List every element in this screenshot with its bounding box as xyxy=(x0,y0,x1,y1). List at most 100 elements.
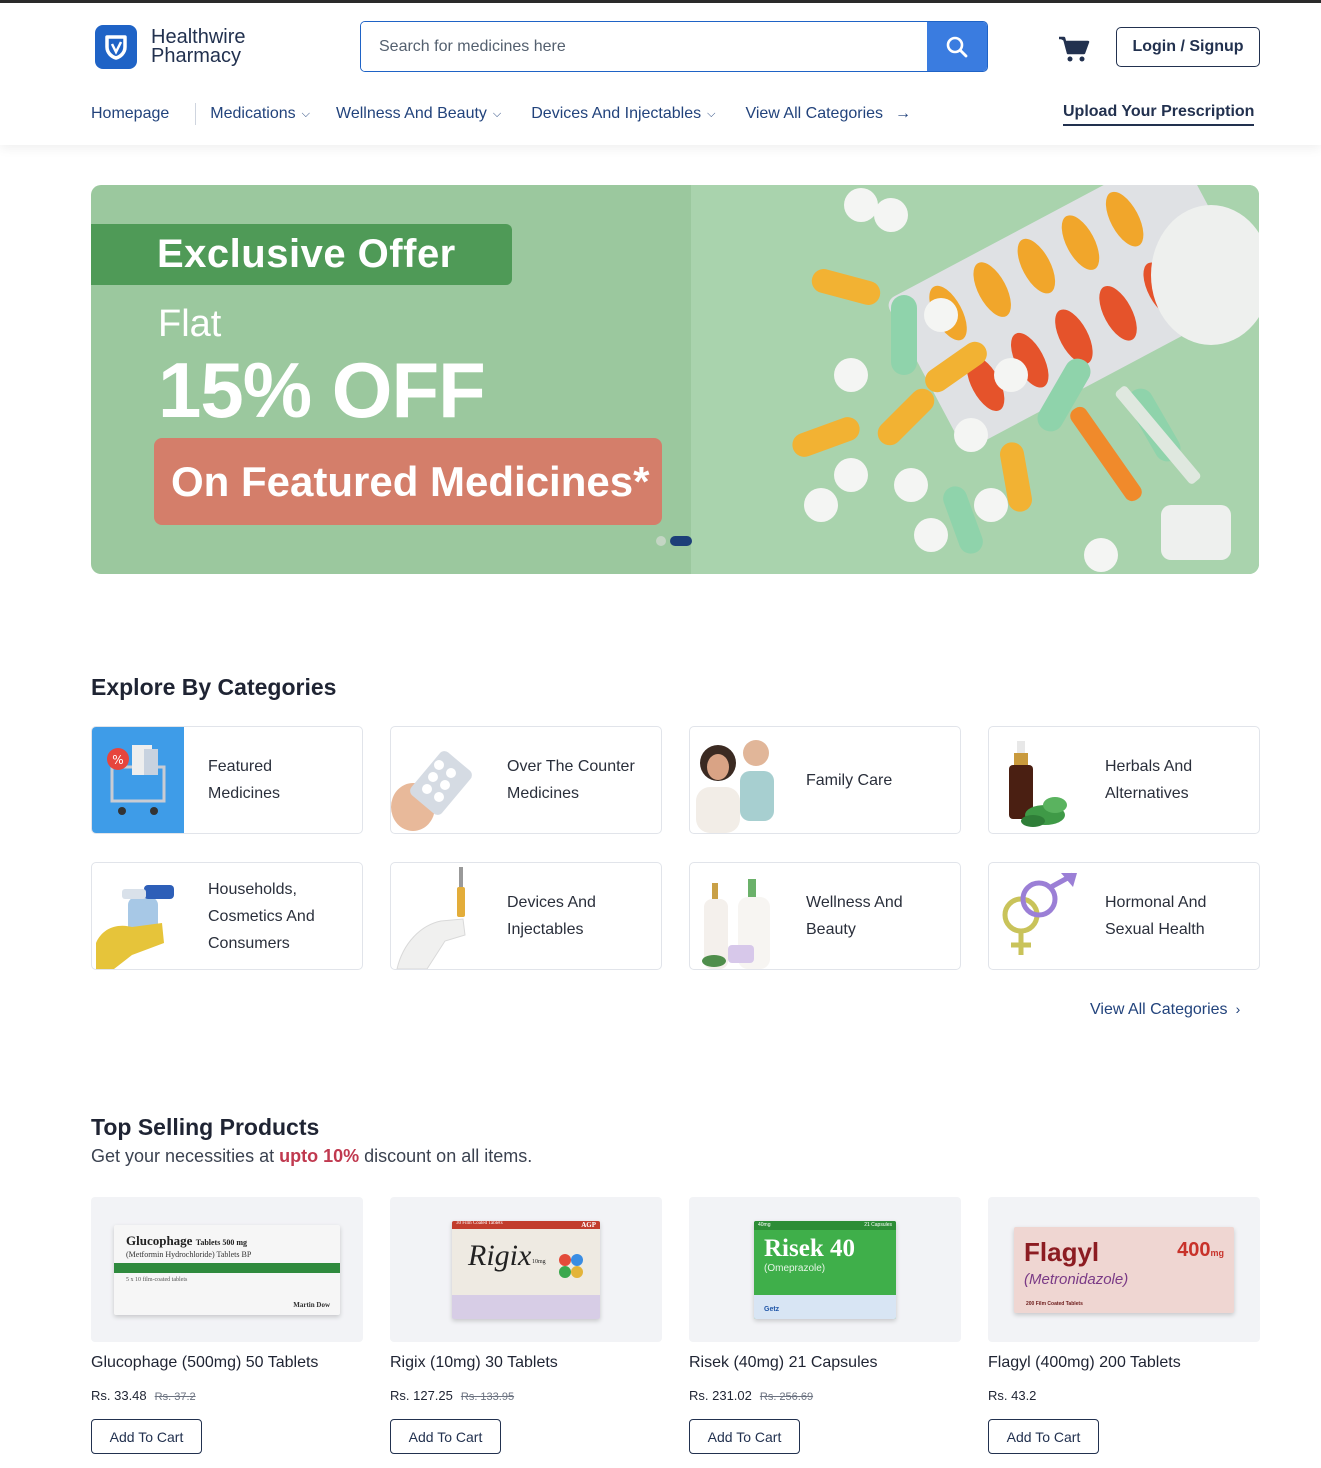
category-image xyxy=(989,727,1081,833)
pack-brand: Risek 40 xyxy=(764,1234,855,1262)
brand-logo[interactable]: Healthwire Pharmacy xyxy=(95,25,245,69)
view-all-label: View All Categories xyxy=(1090,1001,1228,1018)
product-price: Rs. 127.25 Rs. 133.95 xyxy=(390,1388,662,1403)
nav-view-all-categories[interactable]: View All Categories → xyxy=(745,105,911,123)
add-to-cart-button[interactable]: Add To Cart xyxy=(91,1419,202,1454)
product-image[interactable]: 40mg 21 Capsules Risek 40 (Omeprazole) G… xyxy=(689,1197,961,1342)
price-current: Rs. 43.2 xyxy=(988,1388,1037,1403)
main-nav: Homepage Medications ⌵ Wellness And Beaut… xyxy=(91,103,911,125)
carousel-dot-1[interactable] xyxy=(656,536,666,546)
chevron-down-icon: ⌵ xyxy=(707,107,716,120)
logo-shield-icon xyxy=(95,25,137,69)
chevron-down-icon: ⌵ xyxy=(492,107,502,120)
promo-banner[interactable]: Exclusive Offer Flat 15% OFF On Featured… xyxy=(91,185,1259,574)
search-button[interactable] xyxy=(927,22,987,71)
pack-generic: (Metronidazole) xyxy=(1024,1270,1129,1288)
chevron-down-icon: ⌵ xyxy=(301,107,310,120)
product-name[interactable]: Flagyl (400mg) 200 Tablets xyxy=(988,1354,1260,1372)
nav-label: Medications xyxy=(210,105,296,122)
pack-count: 5 x 10 film-coated tablets xyxy=(126,1276,188,1283)
category-image: % xyxy=(92,727,184,833)
view-all-categories-link[interactable]: View All Categories › xyxy=(1090,1001,1240,1019)
product-price: Rs. 33.48 Rs. 37.2 xyxy=(91,1388,363,1403)
label-line: Devices And xyxy=(507,894,596,911)
label-line: Consumers xyxy=(208,934,290,952)
subtitle-post: discount on all items. xyxy=(364,1146,533,1166)
product-name[interactable]: Risek (40mg) 21 Capsules xyxy=(689,1354,961,1372)
search-bar xyxy=(360,21,988,72)
category-wellness-beauty[interactable]: Wellness And Beauty xyxy=(689,862,961,970)
label-line: Medicines xyxy=(208,785,281,802)
pack-brand: Rigix xyxy=(468,1238,532,1272)
product-image[interactable]: Flagyl 400mg (Metronidazole) 200 Film Co… xyxy=(988,1197,1260,1342)
category-image xyxy=(391,863,483,969)
price-old: Rs. 133.95 xyxy=(460,1391,515,1403)
category-herbals-alternatives[interactable]: Herbals And Alternatives xyxy=(988,726,1260,834)
category-image xyxy=(391,727,483,833)
brand-line-2: Pharmacy xyxy=(151,45,242,67)
offer-featured: On Featured Medicines* xyxy=(154,438,662,525)
category-label: Households, Cosmetics And Consumers xyxy=(208,876,315,957)
site-header: Healthwire Pharmacy Login / Signup Homep… xyxy=(0,3,1321,145)
product-price: Rs. 43.2 xyxy=(988,1388,1260,1403)
category-label: Hormonal And Sexual Health xyxy=(1105,889,1206,943)
category-family-care[interactable]: Family Care xyxy=(689,726,961,834)
pack-stripe xyxy=(114,1262,340,1273)
category-hormonal-sexual-health[interactable]: Hormonal And Sexual Health xyxy=(988,862,1260,970)
login-signup-button[interactable]: Login / Signup xyxy=(1116,27,1260,67)
product-name[interactable]: Glucophage (500mg) 50 Tablets xyxy=(91,1354,363,1372)
search-input[interactable] xyxy=(361,22,927,71)
nav-label: Homepage xyxy=(91,105,170,122)
pack-strength: Tablets 500 mg xyxy=(195,1237,247,1247)
add-to-cart-button[interactable]: Add To Cart xyxy=(390,1419,501,1454)
product-pack: 30 Film Coated Tablets AGP Rigix 10mg xyxy=(452,1220,600,1319)
categories-title: Explore By Categories xyxy=(91,674,337,700)
nav-divider xyxy=(195,103,197,125)
product-price: Rs. 231.02 Rs. 256.69 xyxy=(689,1388,961,1403)
pack-maker: Getz xyxy=(764,1305,780,1313)
nav-homepage[interactable]: Homepage xyxy=(91,105,169,123)
top-selling-subtitle: Get your necessities at upto 10% discoun… xyxy=(91,1146,532,1167)
nav-medications[interactable]: Medications ⌵ xyxy=(210,105,310,123)
label-line: Sexual Health xyxy=(1105,921,1205,938)
pack-brand: Glucophage xyxy=(126,1232,193,1248)
category-label: Featured Medicines xyxy=(208,753,280,807)
arrow-right-icon: → xyxy=(895,105,912,122)
search-icon xyxy=(946,36,968,57)
cart-button[interactable] xyxy=(1058,35,1090,63)
label-line: Injectables xyxy=(507,921,584,938)
category-image xyxy=(989,863,1081,969)
category-featured-medicines[interactable]: % Featured Medicines xyxy=(91,726,363,834)
price-old: Rs. 256.69 xyxy=(759,1391,814,1403)
price-current: Rs. 33.48 xyxy=(91,1388,147,1403)
nav-wellness-beauty[interactable]: Wellness And Beauty ⌵ xyxy=(336,105,501,123)
pack-count: 200 Film Coated Tablets xyxy=(1026,1300,1083,1307)
product-pack: Flagyl 400mg (Metronidazole) 200 Film Co… xyxy=(1014,1226,1234,1313)
brand-name: Healthwire Pharmacy xyxy=(151,27,245,67)
carousel-dot-2[interactable] xyxy=(670,536,692,546)
category-label: Over The Counter Medicines xyxy=(507,753,635,807)
pack-unit: mg xyxy=(1210,1247,1225,1258)
category-label: Wellness And Beauty xyxy=(806,889,903,943)
pack-strength: 10mg xyxy=(532,1258,546,1265)
product-image[interactable]: 30 Film Coated Tablets AGP Rigix 10mg xyxy=(390,1197,662,1342)
add-to-cart-button[interactable]: Add To Cart xyxy=(689,1419,800,1454)
pack-maker: Martin Dow xyxy=(293,1300,330,1309)
category-label: Devices And Injectables xyxy=(507,889,596,943)
upload-prescription-link[interactable]: Upload Your Prescription xyxy=(1063,103,1255,126)
product-name[interactable]: Rigix (10mg) 30 Tablets xyxy=(390,1354,662,1372)
category-otc-medicines[interactable]: Over The Counter Medicines xyxy=(390,726,662,834)
add-to-cart-button[interactable]: Add To Cart xyxy=(988,1419,1099,1454)
offer-discount: 15% OFF xyxy=(158,346,486,434)
label-line: Alternatives xyxy=(1105,785,1189,802)
category-devices-injectables[interactable]: Devices And Injectables xyxy=(390,862,662,970)
nav-label: View All Categories xyxy=(745,105,884,122)
pack-generic: (Omeprazole) xyxy=(764,1262,826,1274)
product-card: 40mg 21 Capsules Risek 40 (Omeprazole) G… xyxy=(689,1197,961,1454)
product-pack: 40mg 21 Capsules Risek 40 (Omeprazole) G… xyxy=(754,1220,896,1319)
label-line: Featured xyxy=(208,758,273,775)
nav-devices-injectables[interactable]: Devices And Injectables ⌵ xyxy=(531,105,715,123)
label-line: Beauty xyxy=(806,921,856,938)
product-image[interactable]: Glucophage Tablets 500 mg (Metformin Hyd… xyxy=(91,1197,363,1342)
category-households-cosmetics[interactable]: Households, Cosmetics And Consumers xyxy=(91,862,363,970)
